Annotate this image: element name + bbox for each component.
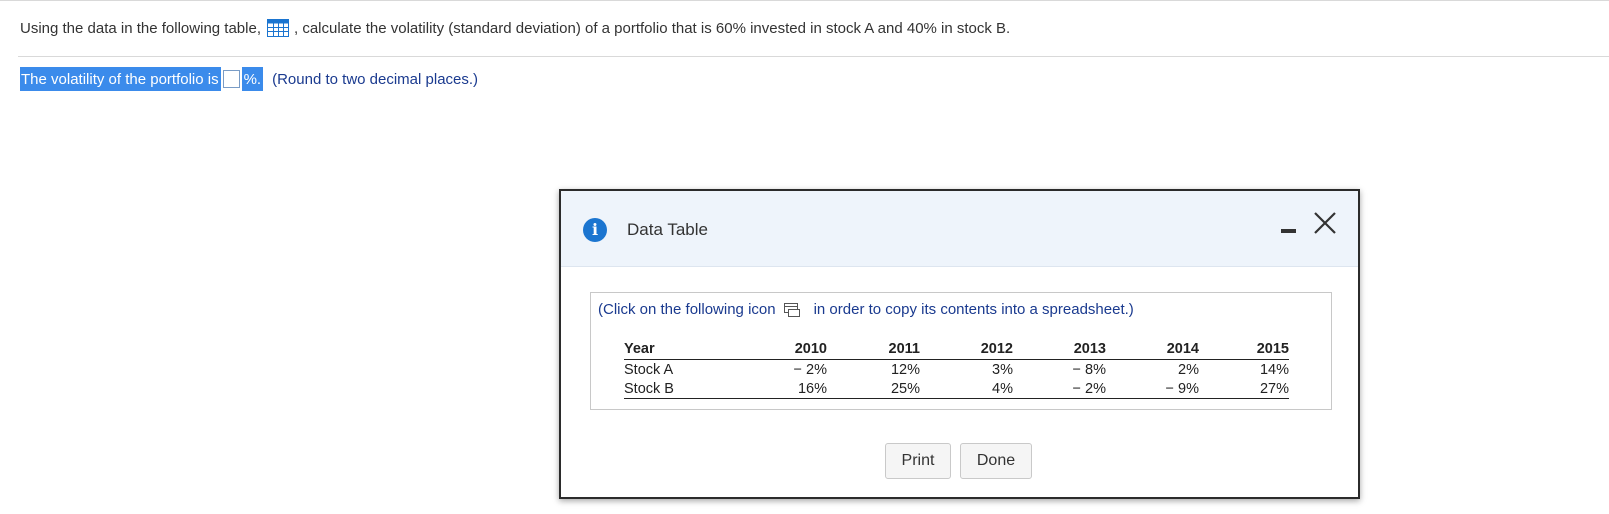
- row-label-stock-b: Stock B: [624, 379, 734, 399]
- done-button[interactable]: Done: [960, 443, 1032, 479]
- question-text: Using the data in the following table, ,…: [20, 19, 1010, 37]
- question-suffix: , calculate the volatility (standard dev…: [294, 19, 1011, 37]
- table-grid-icon[interactable]: [267, 19, 289, 37]
- table-cell: 14%: [1259, 362, 1289, 378]
- table-cell: 4%: [920, 379, 1013, 399]
- copy-prefix: (Click on the following icon: [598, 301, 776, 318]
- print-button[interactable]: Print: [885, 443, 951, 479]
- table-cell: 2%: [1178, 362, 1199, 378]
- top-divider: [0, 0, 1609, 1]
- table-cell: 12%: [890, 362, 920, 378]
- header-year: Year: [624, 338, 734, 360]
- table-header-row: Year 2010 2011 2012 2013 2014 2015: [624, 338, 1289, 360]
- section-divider: [18, 56, 1609, 57]
- copy-instruction: (Click on the following icon in order to…: [598, 301, 1134, 318]
- table-cell: − 2%: [793, 362, 827, 378]
- dialog-title: Data Table: [627, 220, 708, 239]
- table-cell: − 2%: [1013, 379, 1106, 399]
- copy-spreadsheet-icon[interactable]: [783, 302, 800, 317]
- header-2011: 2011: [827, 338, 920, 360]
- table-row: Stock A − 2% 12% 3% − 8% 2% 14%: [624, 360, 1289, 380]
- header-2015: 2015: [1199, 338, 1289, 360]
- close-icon[interactable]: [1311, 209, 1339, 237]
- header-2010: 2010: [734, 338, 827, 360]
- header-2012: 2012: [920, 338, 1013, 360]
- row-label-stock-a: Stock A: [624, 362, 674, 378]
- question-prefix: Using the data in the following table,: [20, 19, 261, 37]
- info-icon: i: [583, 218, 607, 242]
- header-2014: 2014: [1106, 338, 1199, 360]
- table-cell: 25%: [827, 379, 920, 399]
- table-cell: 3%: [992, 362, 1013, 378]
- dialog-header: i Data Table: [561, 191, 1358, 267]
- answer-label: The volatility of the portfolio is: [20, 67, 221, 91]
- volatility-answer-input[interactable]: [220, 68, 242, 90]
- rounding-hint: (Round to two decimal places.): [272, 70, 479, 88]
- table-cell: 16%: [734, 379, 827, 399]
- returns-table: Year 2010 2011 2012 2013 2014 2015 Stock…: [624, 338, 1289, 399]
- data-table-dialog: i Data Table (Click on the following ico…: [559, 189, 1360, 499]
- data-table-panel: (Click on the following icon in order to…: [590, 292, 1332, 410]
- minimize-icon[interactable]: [1281, 229, 1296, 233]
- header-2013: 2013: [1013, 338, 1106, 360]
- answer-unit: %.: [241, 67, 264, 91]
- table-cell: 27%: [1199, 379, 1289, 399]
- answer-row: The volatility of the portfolio is %. (R…: [20, 67, 478, 91]
- table-cell: − 8%: [1072, 362, 1106, 378]
- table-cell: − 9%: [1106, 379, 1199, 399]
- table-row: Stock B 16% 25% 4% − 2% − 9% 27%: [624, 379, 1289, 399]
- copy-suffix: in order to copy its contents into a spr…: [813, 301, 1134, 318]
